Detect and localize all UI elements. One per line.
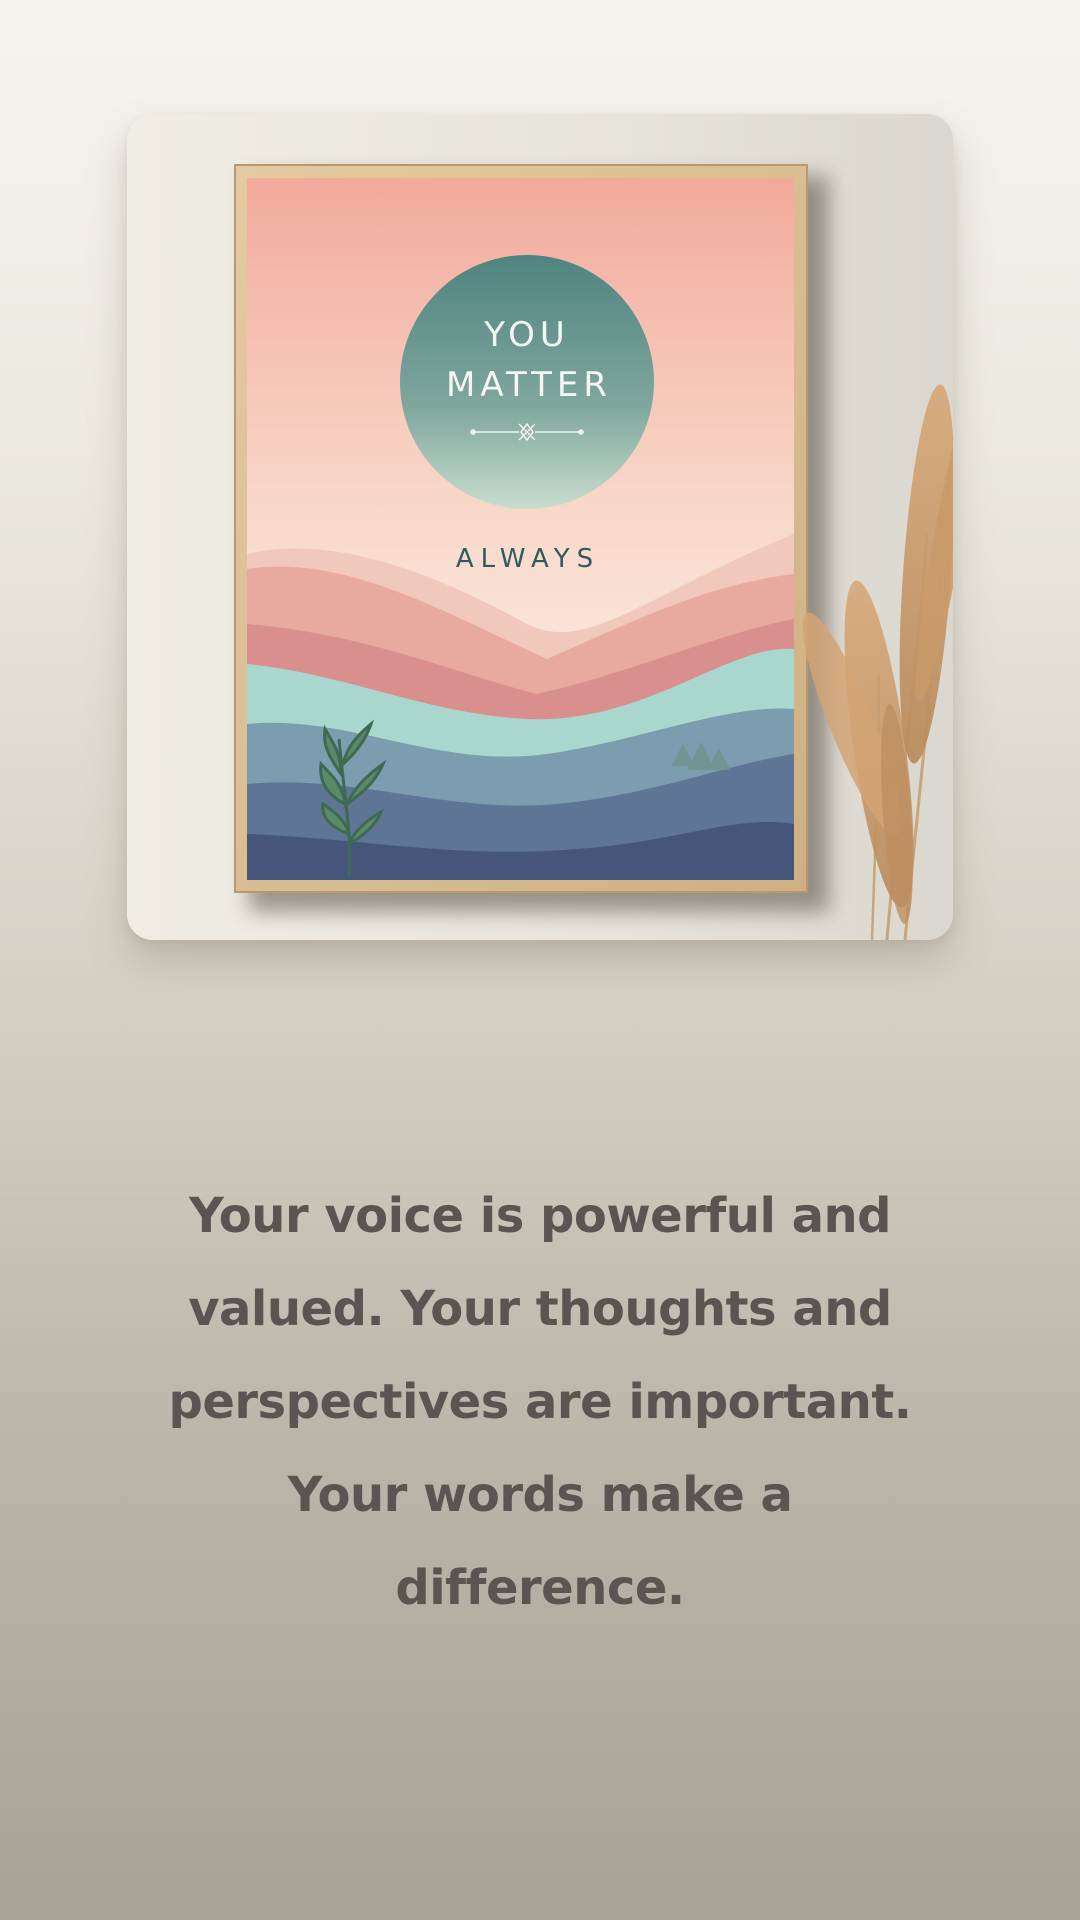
poster-line1: YOU [483,315,570,355]
poster-subtitle: ALWAYS [456,544,600,574]
poster-line2: MATTER [446,365,612,405]
poster-scene: YOU MATTER ALWAYS [127,114,953,940]
affirmation-message: Your voice is powerful and valued. Your … [168,1188,912,1616]
framed-poster-image: YOU MATTER ALWAYS [127,114,953,940]
poster-art [247,178,794,880]
